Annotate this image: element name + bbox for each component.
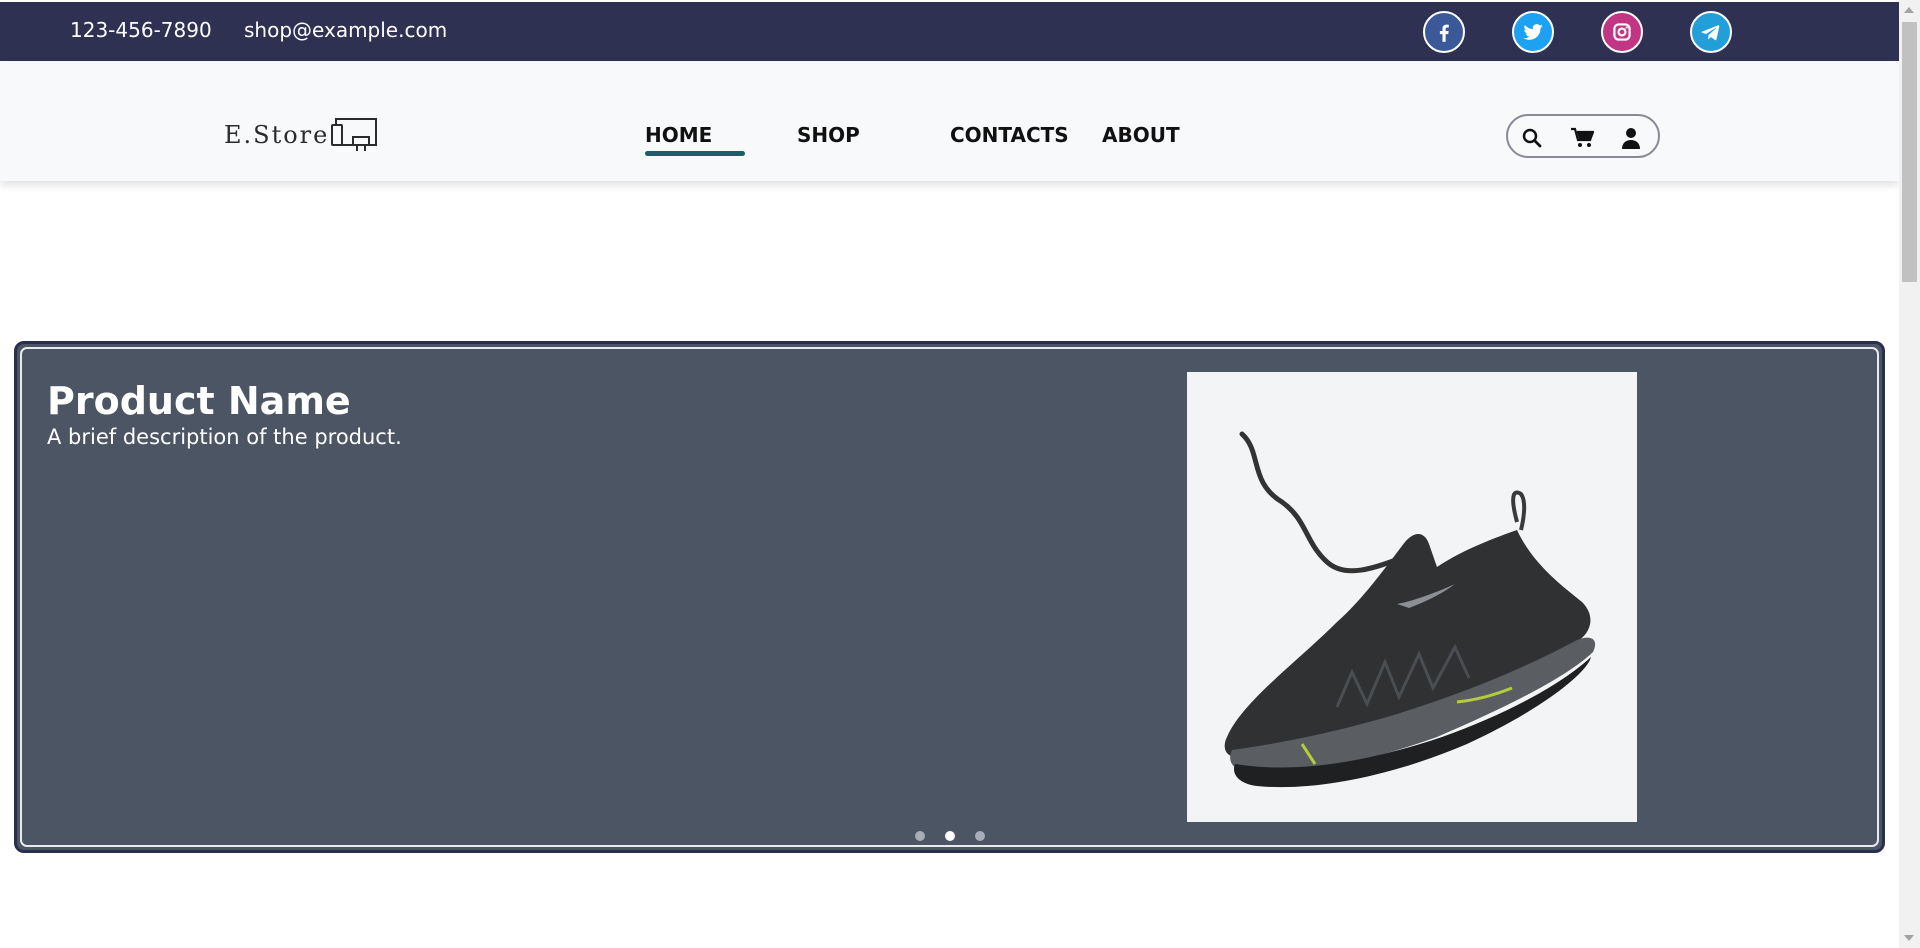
product-description: A brief description of the product. (47, 425, 402, 449)
carousel-indicators (22, 831, 1877, 841)
carousel-dot-1[interactable] (914, 831, 925, 841)
twitter-icon[interactable] (1512, 11, 1554, 53)
top-contact-bar: 123-456-7890 shop@example.com (0, 2, 1899, 61)
devices-logo-icon (331, 118, 378, 151)
nav-shop[interactable]: SHOP (797, 123, 860, 147)
page-scrollbar[interactable] (1899, 0, 1920, 948)
sneaker-image[interactable] (1187, 372, 1637, 822)
logo-text: E.Store (224, 121, 330, 149)
telegram-icon[interactable] (1690, 11, 1732, 53)
carousel-dot-2[interactable] (944, 831, 955, 841)
scroll-up-arrow-icon[interactable] (1904, 7, 1914, 13)
store-logo[interactable]: E.Store (224, 117, 379, 153)
cart-icon[interactable] (1570, 126, 1594, 150)
user-icon[interactable] (1619, 126, 1643, 150)
header-actions (1506, 114, 1660, 158)
scroll-thumb[interactable] (1902, 22, 1917, 282)
product-carousel: Product Name A brief description of the … (14, 341, 1885, 853)
nav-contacts[interactable]: CONTACTS (950, 123, 1069, 147)
carousel-dot-3[interactable] (974, 831, 985, 841)
main-header: E.Store HOME SHOP CONTACTS ABOUT (0, 61, 1899, 181)
facebook-icon[interactable] (1423, 11, 1465, 53)
email-address[interactable]: shop@example.com (244, 18, 447, 42)
carousel-slide: Product Name A brief description of the … (20, 347, 1879, 847)
nav-about[interactable]: ABOUT (1102, 123, 1180, 147)
nav-home[interactable]: HOME (645, 123, 712, 147)
search-icon[interactable] (1520, 126, 1544, 150)
nav-active-underline (645, 151, 745, 156)
product-name: Product Name (47, 379, 351, 423)
phone-number[interactable]: 123-456-7890 (70, 18, 212, 42)
instagram-icon[interactable] (1601, 11, 1643, 53)
scroll-down-arrow-icon[interactable] (1904, 935, 1914, 941)
